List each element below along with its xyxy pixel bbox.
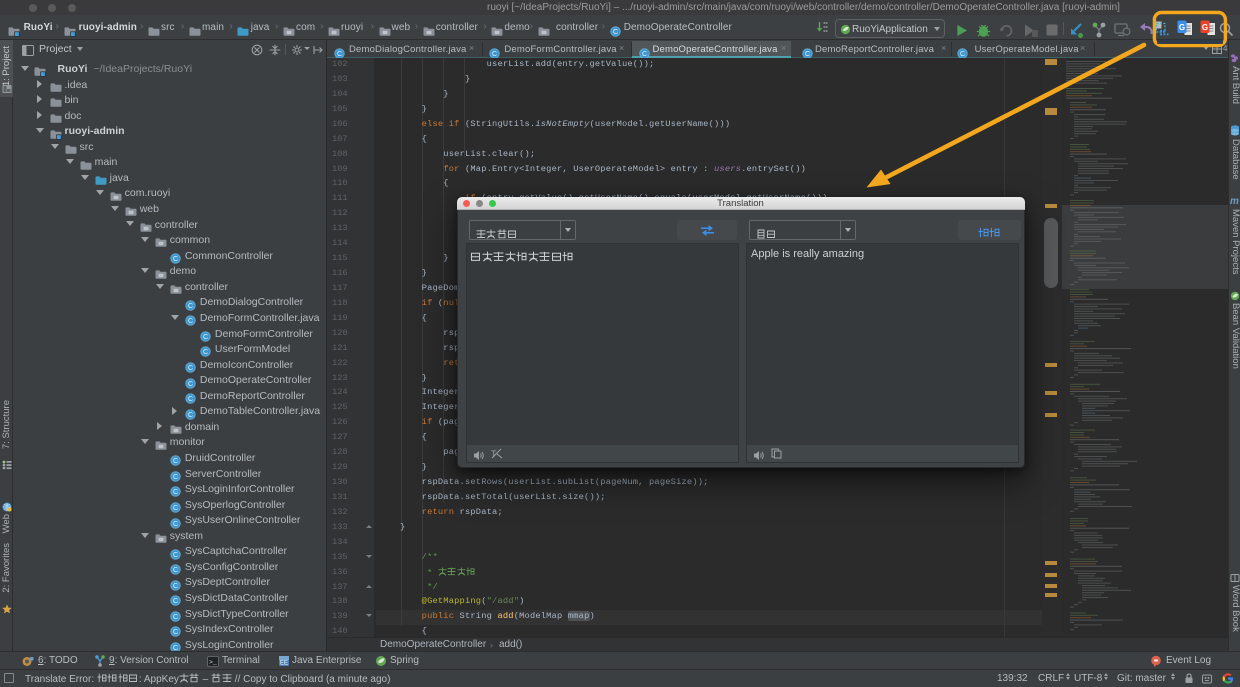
svg-text:C: C bbox=[173, 521, 178, 528]
svg-text:C: C bbox=[960, 51, 965, 58]
svg-text:C: C bbox=[203, 349, 208, 356]
svg-text:C: C bbox=[173, 583, 178, 590]
svg-text:C: C bbox=[641, 51, 646, 58]
svg-text:C: C bbox=[188, 303, 193, 310]
svg-text:C: C bbox=[173, 458, 178, 465]
svg-text:C: C bbox=[188, 412, 193, 419]
svg-text:C: C bbox=[188, 365, 193, 372]
svg-text:C: C bbox=[173, 629, 178, 636]
svg-text:C: C bbox=[613, 29, 618, 36]
svg-text:C: C bbox=[188, 318, 193, 325]
svg-text:C: C bbox=[173, 474, 178, 481]
svg-text:C: C bbox=[804, 51, 809, 58]
svg-text:C: C bbox=[173, 598, 178, 605]
svg-text:C: C bbox=[336, 51, 341, 58]
svg-text:C: C bbox=[173, 489, 178, 496]
svg-text:EE: EE bbox=[280, 661, 288, 667]
svg-text:C: C bbox=[173, 256, 178, 263]
svg-text:C: C bbox=[188, 381, 193, 388]
svg-text:C: C bbox=[173, 614, 178, 621]
svg-text:G: G bbox=[1202, 23, 1208, 32]
svg-text:C: C bbox=[173, 567, 178, 574]
svg-text:C: C bbox=[173, 505, 178, 512]
svg-text:C: C bbox=[203, 334, 208, 341]
svg-text:>_: >_ bbox=[209, 659, 217, 666]
svg-text:C: C bbox=[173, 552, 178, 559]
svg-text:C: C bbox=[188, 396, 193, 403]
svg-text:G: G bbox=[1179, 23, 1185, 32]
svg-text:C: C bbox=[491, 51, 496, 58]
